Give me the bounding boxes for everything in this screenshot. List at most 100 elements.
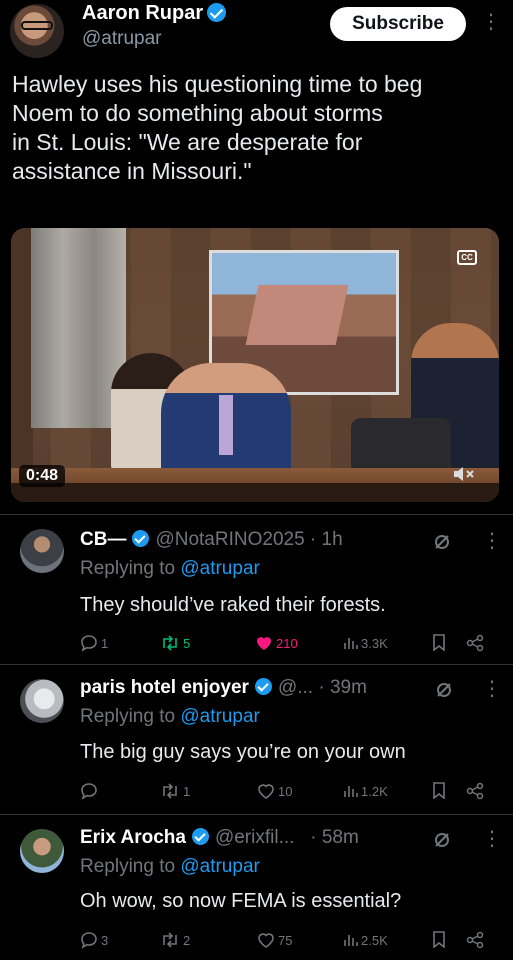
like-count: 10 bbox=[278, 783, 293, 799]
share-icon[interactable] bbox=[466, 782, 484, 800]
reply-text: The big guy says you’re on your own bbox=[80, 741, 406, 763]
replying-to-label: Replying to bbox=[80, 706, 181, 727]
video-time: 0:48 bbox=[19, 465, 66, 487]
repost-icon bbox=[163, 932, 177, 948]
video-frame-desk bbox=[11, 483, 499, 502]
views-button[interactable]: 2.5K bbox=[342, 929, 388, 951]
view-count: 2.5K bbox=[361, 932, 388, 948]
reply-handle-time[interactable]: @erixfil... · 58m bbox=[215, 827, 359, 848]
reply-header: CB— @NotaRINO2025 · 1h bbox=[80, 529, 343, 551]
subscribe-button[interactable]: Subscribe bbox=[330, 7, 466, 41]
video-frame-speaker bbox=[161, 363, 291, 478]
post-text-line: Noem to do something about storms bbox=[12, 100, 383, 126]
views-button[interactable]: 3.3K bbox=[342, 632, 388, 654]
replying-to-label: Replying to bbox=[80, 856, 181, 877]
reply-avatar[interactable] bbox=[20, 679, 64, 723]
view-count: 1.2K bbox=[361, 783, 388, 799]
replying-to-label: Replying to bbox=[80, 558, 181, 579]
verified-icon bbox=[254, 678, 272, 695]
verified-icon bbox=[207, 3, 227, 22]
reply-count: 1 bbox=[101, 635, 109, 651]
more-options-icon[interactable]: ⋮ bbox=[482, 679, 502, 699]
more-options-icon[interactable]: ⋮ bbox=[481, 12, 501, 32]
reply-item[interactable]: CB— @NotaRINO2025 · 1h ⋮ Replying to @atr… bbox=[0, 515, 513, 665]
repost-count: 1 bbox=[183, 783, 191, 799]
post-text-line: Hawley uses his questioning time to beg bbox=[12, 71, 423, 97]
reply-handle-time[interactable]: @NotaRINO2025 · 1h bbox=[155, 529, 342, 550]
like-count: 75 bbox=[278, 932, 293, 948]
video-frame-wall bbox=[11, 228, 33, 502]
more-options-icon[interactable]: ⋮ bbox=[482, 829, 502, 849]
captions-icon[interactable]: CC bbox=[457, 250, 477, 265]
heart-icon bbox=[258, 784, 274, 799]
repost-button[interactable]: 1 bbox=[160, 780, 190, 802]
reply-text: They should’ve raked their forests. bbox=[80, 594, 386, 616]
reply-button[interactable]: 3 bbox=[80, 929, 108, 951]
reply-count: 3 bbox=[101, 932, 109, 948]
reply-item[interactable]: paris hotel enjoyer @... · 39m ⋮ Replying… bbox=[0, 665, 513, 815]
author-name-text[interactable]: Aaron Rupar bbox=[82, 2, 203, 24]
grok-icon[interactable] bbox=[434, 832, 450, 848]
post-text-line: assistance in Missouri." bbox=[12, 158, 252, 184]
author-avatar[interactable] bbox=[10, 4, 64, 58]
more-options-icon[interactable]: ⋮ bbox=[482, 531, 502, 551]
replying-to: Replying to @atrupar bbox=[80, 558, 260, 580]
reply-author-name[interactable]: Erix Arocha bbox=[80, 827, 186, 848]
author-handle[interactable]: @atrupar bbox=[82, 28, 162, 50]
views-icon bbox=[344, 786, 358, 797]
heart-filled-icon bbox=[257, 637, 271, 650]
heart-icon bbox=[258, 933, 274, 948]
reply-button[interactable]: 1 bbox=[80, 632, 108, 654]
reply-item[interactable]: Erix Arocha @erixfil... · 58m ⋮ Replying … bbox=[0, 815, 513, 960]
reply-avatar[interactable] bbox=[20, 829, 64, 873]
reply-button[interactable] bbox=[80, 780, 101, 802]
reply-text: Oh wow, so now FEMA is essential? bbox=[80, 890, 402, 912]
repost-icon bbox=[163, 783, 177, 799]
replying-to: Replying to @atrupar bbox=[80, 706, 260, 728]
post-header: Aaron Rupar @atrupar Subscribe ⋮ bbox=[0, 0, 513, 62]
reply-header: paris hotel enjoyer @... · 39m bbox=[80, 677, 367, 699]
like-button[interactable]: 210 bbox=[255, 632, 298, 654]
like-button[interactable]: 75 bbox=[257, 929, 292, 951]
reply-actions: 1 10 1.2K bbox=[80, 780, 490, 802]
replying-to: Replying to @atrupar bbox=[80, 856, 260, 878]
bookmark-icon[interactable] bbox=[432, 931, 446, 948]
share-icon[interactable] bbox=[466, 931, 484, 949]
author-name[interactable]: Aaron Rupar bbox=[82, 2, 227, 25]
share-icon[interactable] bbox=[466, 634, 484, 652]
reply-header: Erix Arocha @erixfil... · 58m bbox=[80, 827, 359, 849]
verified-icon bbox=[132, 530, 150, 547]
video-player[interactable]: CC 0:48 bbox=[11, 228, 499, 502]
grok-icon[interactable] bbox=[434, 534, 450, 550]
post-text-line: in St. Louis: "We are desperate for bbox=[12, 129, 363, 155]
replying-to-mention[interactable]: @atrupar bbox=[180, 706, 260, 727]
reply-avatar[interactable] bbox=[20, 529, 64, 573]
repost-count: 2 bbox=[183, 932, 191, 948]
verified-icon bbox=[191, 828, 209, 845]
comment-icon bbox=[81, 783, 97, 800]
bookmark-icon[interactable] bbox=[432, 634, 446, 651]
repost-count: 5 bbox=[183, 635, 191, 651]
like-button[interactable]: 10 bbox=[257, 780, 292, 802]
reply-author-name[interactable]: CB— bbox=[80, 529, 126, 550]
repost-button[interactable]: 2 bbox=[160, 929, 190, 951]
repost-icon bbox=[163, 635, 177, 651]
reply-handle-time[interactable]: @... · 39m bbox=[278, 677, 367, 698]
views-icon bbox=[344, 935, 358, 946]
view-count: 3.3K bbox=[361, 635, 388, 651]
reply-actions: 3 2 75 2.5K bbox=[80, 929, 490, 951]
replying-to-mention[interactable]: @atrupar bbox=[180, 558, 260, 579]
bookmark-icon[interactable] bbox=[432, 782, 446, 799]
mute-icon[interactable] bbox=[452, 465, 476, 483]
post-text: Hawley uses his questioning time to beg … bbox=[12, 70, 502, 186]
comment-icon bbox=[81, 932, 97, 949]
repost-button[interactable]: 5 bbox=[160, 632, 190, 654]
like-count: 210 bbox=[276, 635, 298, 651]
comment-icon bbox=[81, 635, 97, 652]
grok-icon[interactable] bbox=[436, 682, 452, 698]
views-button[interactable]: 1.2K bbox=[342, 780, 388, 802]
reply-actions: 1 5 210 3.3K bbox=[80, 632, 490, 654]
views-icon bbox=[344, 638, 358, 649]
replying-to-mention[interactable]: @atrupar bbox=[180, 856, 260, 877]
reply-author-name[interactable]: paris hotel enjoyer bbox=[80, 677, 249, 698]
